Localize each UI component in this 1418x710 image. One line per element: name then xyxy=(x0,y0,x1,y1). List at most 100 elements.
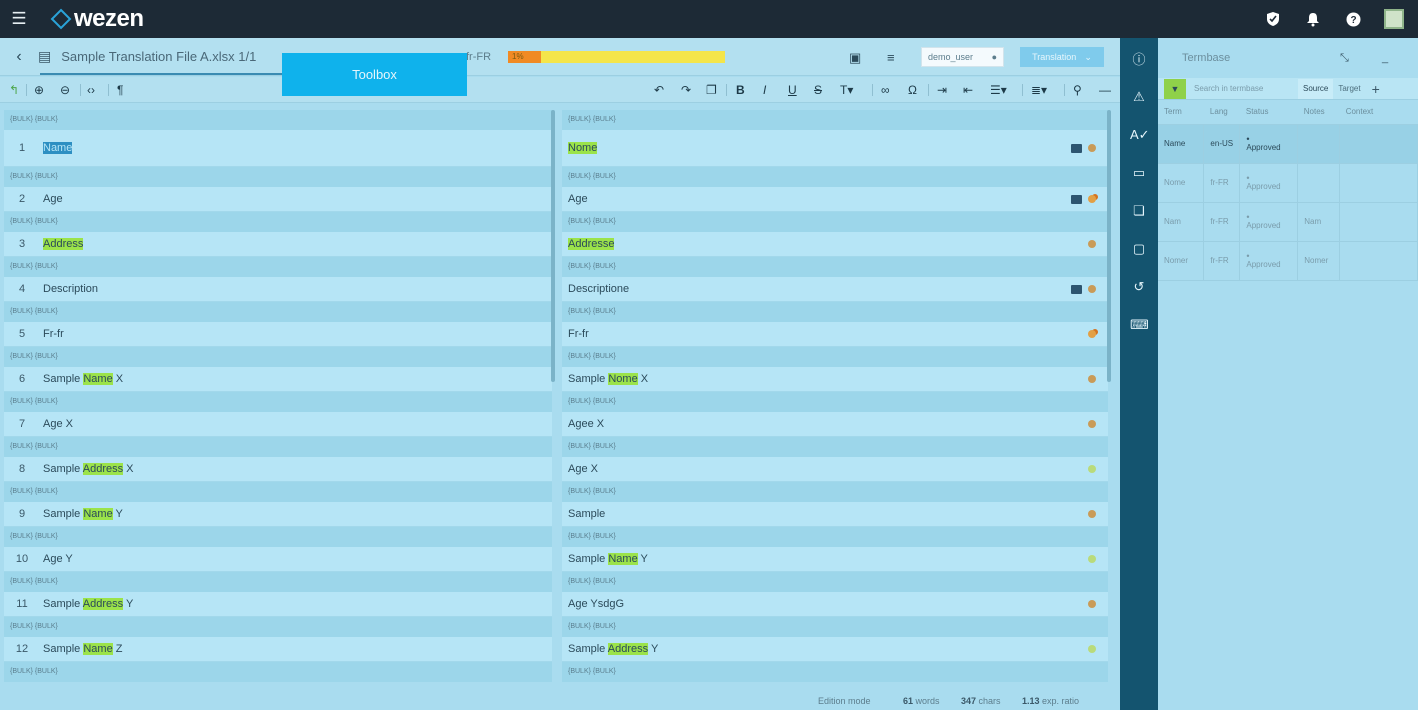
termbase-row[interactable]: Nam fr-FR • Approved Nam xyxy=(1158,202,1418,242)
add-term-icon[interactable]: + xyxy=(1372,81,1380,97)
segment-status-icon[interactable] xyxy=(1088,555,1096,563)
segment-status-icon[interactable] xyxy=(1088,330,1096,338)
zoom-out-icon[interactable]: ⊖ xyxy=(60,83,70,97)
underline-icon[interactable]: U xyxy=(788,83,797,97)
segment-status-icon[interactable] xyxy=(1088,465,1096,473)
comment-icon[interactable] xyxy=(1071,143,1082,153)
target-segment-row[interactable]: Age YsdgG xyxy=(562,592,1108,617)
target-segment-row[interactable]: Addresse xyxy=(562,232,1108,257)
termbase-search-input[interactable] xyxy=(1186,78,1298,99)
translation-memory-icon[interactable]: ❏ xyxy=(1130,202,1148,220)
target-segment-row[interactable]: Descriptione xyxy=(562,277,1108,302)
back-arrow-icon[interactable]: ‹ xyxy=(0,48,38,66)
toolbox-icon[interactable]: ↰ xyxy=(9,83,19,97)
bold-icon[interactable]: B xyxy=(736,83,745,97)
text-style-icon[interactable]: T▾ xyxy=(840,83,853,97)
target-segment-row[interactable]: Age xyxy=(562,187,1108,212)
warning-icon[interactable]: ⚠ xyxy=(1130,88,1148,106)
target-segment-row[interactable]: Sample Nome X xyxy=(562,367,1108,392)
target-segment-row[interactable]: Age X xyxy=(562,457,1108,482)
toolbox-tooltip[interactable]: Toolbox xyxy=(282,53,467,96)
termbase-row[interactable]: Nomer fr-FR • Approved Nomer xyxy=(1158,241,1418,281)
bell-icon[interactable] xyxy=(1304,10,1322,28)
target-segment-row[interactable]: Fr-fr xyxy=(562,322,1108,347)
segment-status-icon[interactable] xyxy=(1088,240,1096,248)
target-segment-row[interactable]: Sample xyxy=(562,502,1108,527)
source-segment-row[interactable]: 9 Sample Name Y xyxy=(4,502,552,527)
termbase-column-term[interactable]: Term xyxy=(1158,100,1204,125)
outdent-icon[interactable]: ⇤ xyxy=(963,83,973,97)
tags-icon[interactable]: ‹› xyxy=(87,83,95,97)
segment-number: 2 xyxy=(18,193,26,205)
source-scrollbar[interactable] xyxy=(551,110,555,382)
source-segment-row[interactable]: 6 Sample Name X xyxy=(4,367,552,392)
redo-icon[interactable]: ↷ xyxy=(681,83,691,97)
segment-status-icon[interactable] xyxy=(1088,420,1096,428)
link-icon[interactable]: ∞ xyxy=(881,83,890,97)
special-char-icon[interactable]: Ω xyxy=(908,83,917,97)
info-icon[interactable]: ⓘ xyxy=(1130,51,1148,69)
align-icon[interactable]: ≣▾ xyxy=(1031,83,1047,97)
source-segment-row[interactable]: 1 Name xyxy=(4,130,552,167)
indent-icon[interactable]: ⇥ xyxy=(937,83,947,97)
comments-icon[interactable]: ▢ xyxy=(1130,240,1148,258)
history-icon[interactable]: ↺ xyxy=(1130,278,1148,296)
termbase-column-context[interactable]: Context xyxy=(1339,100,1418,125)
source-segment-row[interactable]: 10 Age Y xyxy=(4,547,552,572)
target-scrollbar[interactable] xyxy=(1107,110,1111,382)
segment-status-icon[interactable] xyxy=(1088,144,1096,152)
filter-icon[interactable]: ▼ xyxy=(1164,78,1186,99)
target-segment-row[interactable]: Agee X xyxy=(562,412,1108,437)
source-segment-row[interactable]: 5 Fr-fr xyxy=(4,322,552,347)
source-segment-row[interactable]: 11 Sample Address Y xyxy=(4,592,552,617)
shield-icon[interactable] xyxy=(1264,10,1282,28)
termbase-row[interactable]: Name en-US • Approved xyxy=(1158,124,1418,164)
source-segment-row[interactable]: 7 Age X xyxy=(4,412,552,437)
spellcheck-icon[interactable]: A✓ xyxy=(1130,126,1150,144)
termbase-column-lang[interactable]: Lang xyxy=(1203,100,1240,125)
target-segment-row[interactable]: Nome xyxy=(562,130,1108,167)
termbase-row[interactable]: Nome fr-FR • Approved xyxy=(1158,163,1418,203)
segment-status-icon[interactable] xyxy=(1088,510,1096,518)
app-logo[interactable]: wezen xyxy=(50,5,144,33)
target-segment-row[interactable]: Sample Name Y xyxy=(562,547,1108,572)
zoom-in-icon[interactable]: ⊕ xyxy=(34,83,44,97)
minimize-panel-icon[interactable]: _ xyxy=(1382,38,1388,78)
segment-status-icon[interactable] xyxy=(1088,600,1096,608)
italic-icon[interactable]: I xyxy=(763,83,766,97)
file-name[interactable]: Sample Translation File A.xlsx 1/1 xyxy=(61,49,256,64)
termbase-column-notes[interactable]: Notes xyxy=(1297,100,1340,125)
help-icon[interactable]: ? xyxy=(1344,10,1362,28)
user-selector[interactable]: demo_user ● xyxy=(921,47,1004,67)
save-icon[interactable]: ▣ xyxy=(849,50,861,66)
mode-dropdown[interactable]: Translation ⌄ xyxy=(1020,47,1104,67)
list-edit-icon[interactable]: ≡ xyxy=(887,50,895,65)
target-toggle[interactable]: Target xyxy=(1333,79,1365,99)
segment-status-icon[interactable] xyxy=(1088,285,1096,293)
search-icon[interactable]: ⚲ xyxy=(1073,83,1082,97)
source-segment-row[interactable]: 3 Address xyxy=(4,232,552,257)
segment-status-icon[interactable] xyxy=(1088,375,1096,383)
source-segment-row[interactable]: 4 Description xyxy=(4,277,552,302)
segment-status-icon[interactable] xyxy=(1088,645,1096,653)
qr-code-icon[interactable] xyxy=(1384,9,1404,29)
termbase-column-status[interactable]: Status xyxy=(1239,100,1298,125)
comment-icon[interactable] xyxy=(1071,284,1082,294)
collapse-icon[interactable]: ⤡ xyxy=(1340,38,1349,78)
minimize-icon[interactable]: — xyxy=(1099,83,1111,97)
strikethrough-icon[interactable]: S xyxy=(814,83,822,97)
pilcrow-icon[interactable]: ¶ xyxy=(117,83,123,97)
comment-icon[interactable] xyxy=(1071,194,1082,204)
termbase-icon[interactable]: ▭ xyxy=(1130,164,1148,182)
source-toggle[interactable]: Source xyxy=(1298,78,1334,99)
source-segment-row[interactable]: 8 Sample Address X xyxy=(4,457,552,482)
list-icon[interactable]: ☰▾ xyxy=(990,83,1007,97)
keyboard-icon[interactable]: ⌨ xyxy=(1130,316,1149,334)
undo-icon[interactable]: ↶ xyxy=(654,83,664,97)
copy-source-icon[interactable]: ❐ xyxy=(706,83,717,97)
target-segment-row[interactable]: Sample Address Y xyxy=(562,637,1108,662)
hamburger-icon[interactable]: ☰ xyxy=(0,0,38,38)
source-segment-row[interactable]: 2 Age xyxy=(4,187,552,212)
segment-status-icon[interactable] xyxy=(1088,195,1096,203)
source-segment-row[interactable]: 12 Sample Name Z xyxy=(4,637,552,662)
